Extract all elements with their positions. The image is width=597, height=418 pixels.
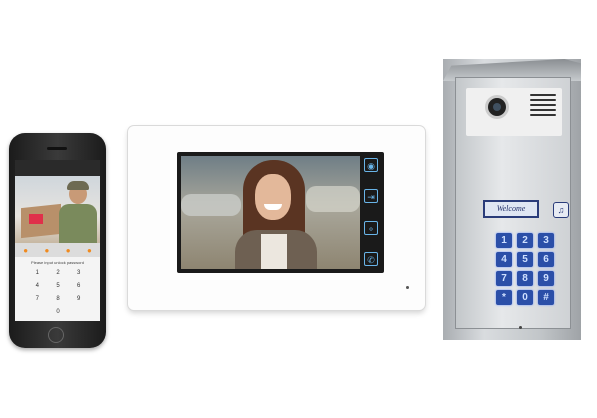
unlock-prompt: Please input unlock password [31,260,84,265]
keypad-key[interactable]: 8 [517,271,533,286]
speaker-grille [530,94,556,116]
phone-video-feed [15,176,100,243]
phone-key[interactable]: 5 [50,281,67,291]
keypad-key[interactable]: 5 [517,252,533,267]
keypad-key[interactable]: 7 [496,271,512,286]
camera-icon [488,98,506,116]
eye-icon[interactable]: ◉ [364,158,378,172]
phone-key[interactable]: 2 [50,268,67,278]
keypad-key[interactable]: 3 [538,233,554,248]
keypad-key[interactable]: * [496,290,512,305]
keypad-key[interactable]: 6 [538,252,554,267]
phone-key[interactable]: 7 [29,294,46,304]
speaker-icon[interactable]: ● [66,246,71,255]
door-station: Welcome ♫ 1 2 3 4 5 6 7 8 9 * 0 # [443,59,581,340]
phone-key [29,307,46,317]
phone-screen: ● ● ● ● Please input unlock password 1 2… [15,160,100,321]
keypad-key[interactable]: # [538,290,554,305]
keypad-key[interactable]: 1 [496,233,512,248]
phone-key[interactable]: 0 [50,307,67,317]
camera-panel [466,88,562,136]
phone-status-bar [15,160,100,176]
smartphone: ● ● ● ● Please input unlock password 1 2… [9,133,106,348]
indoor-monitor: ◉ ⇥ ⚬ ✆ [128,126,425,310]
phone-key[interactable]: 9 [70,294,87,304]
keypad-key[interactable]: 0 [517,290,533,305]
camera-lens [493,103,501,111]
door-keypad: 1 2 3 4 5 6 7 8 9 * 0 # [496,233,554,305]
courier-body [59,204,97,243]
phone-key[interactable]: 4 [29,281,46,291]
phone-key[interactable]: 3 [70,268,87,278]
visitor-face [255,174,291,220]
visitor-blouse [261,234,287,269]
background-car [306,186,360,212]
power-led [406,286,409,289]
name-plate: Welcome [483,200,539,218]
phone-keypad: 1 2 3 4 5 6 7 8 9 0 [29,268,87,317]
phone-key[interactable]: 1 [29,268,46,278]
handset-icon[interactable]: ✆ [364,251,378,266]
unlock-icon[interactable]: ● [44,246,49,255]
bell-icon[interactable]: ♫ [553,202,569,218]
keypad-key[interactable]: 4 [496,252,512,267]
phone-speaker [47,147,67,150]
background-car [181,194,241,216]
parcel-label [29,214,43,224]
keypad-key[interactable]: 2 [517,233,533,248]
camera-icon[interactable]: ● [23,246,28,255]
keypad-key[interactable]: 9 [538,271,554,286]
phone-key[interactable]: 8 [50,294,67,304]
home-button[interactable] [48,327,64,343]
microphone-hole [519,326,522,329]
phone-control-bar: ● ● ● ● [15,243,100,257]
phone-key[interactable]: 6 [70,281,87,291]
door-open-icon[interactable]: ⇥ [364,189,378,204]
visitor-video-feed [181,156,360,269]
monitor-screen: ◉ ⇥ ⚬ ✆ [177,152,384,273]
key-icon[interactable]: ⚬ [364,220,378,235]
courier-cap [67,181,89,190]
door-faceplate: Welcome ♫ 1 2 3 4 5 6 7 8 9 * 0 # [455,77,571,329]
monitor-touch-buttons: ◉ ⇥ ⚬ ✆ [362,158,380,266]
hangup-icon[interactable]: ● [87,246,92,255]
